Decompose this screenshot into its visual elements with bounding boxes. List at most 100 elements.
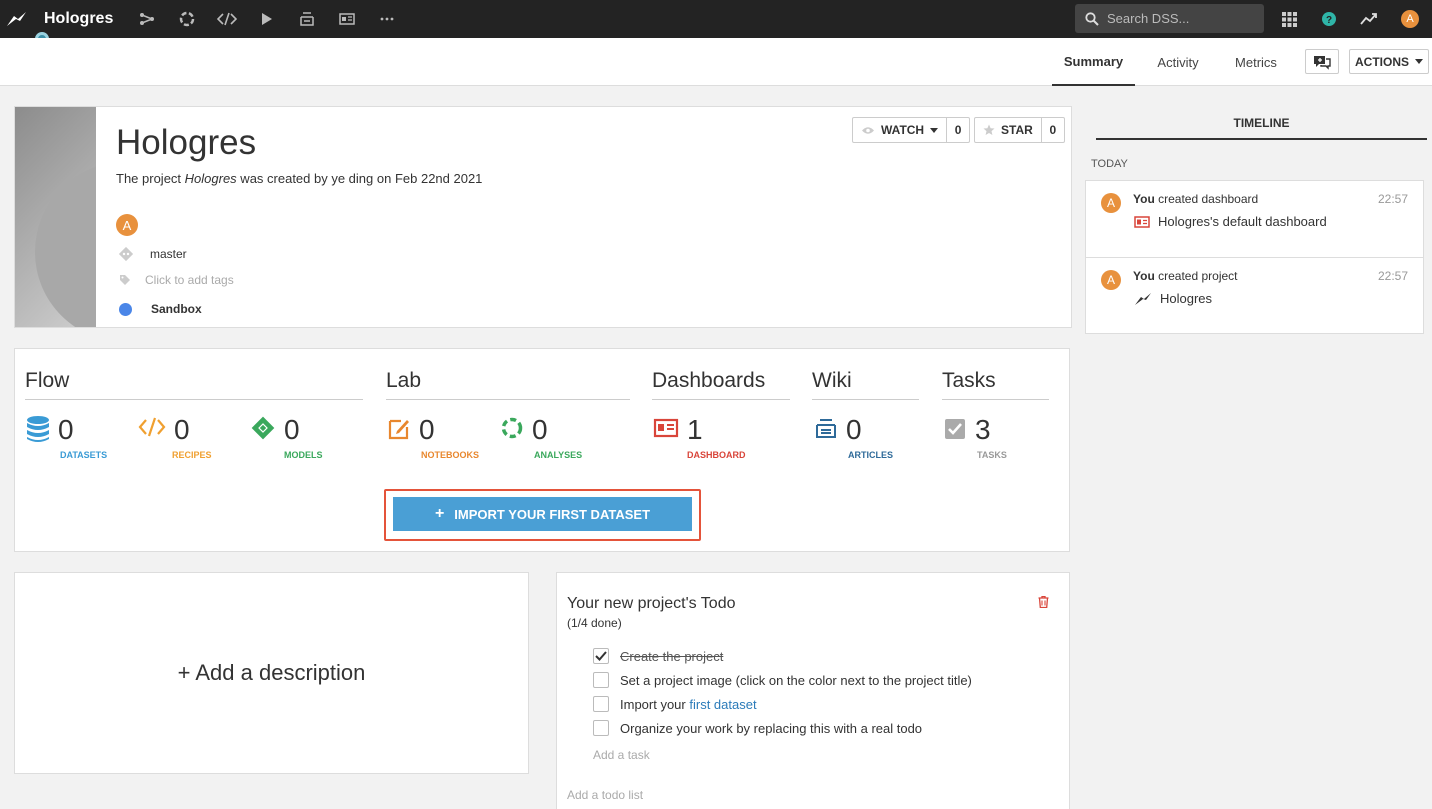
divider bbox=[652, 399, 790, 400]
tasks-label: TASKS bbox=[977, 450, 1007, 460]
event-object-name[interactable]: Hologres's default dashboard bbox=[1158, 214, 1327, 229]
todo-progress: (1/4 done) bbox=[567, 616, 622, 630]
event-action: created dashboard bbox=[1154, 192, 1259, 206]
apps-grid-icon[interactable] bbox=[1278, 8, 1300, 30]
star-label: STAR bbox=[1001, 123, 1033, 137]
user-avatar[interactable]: A bbox=[1399, 8, 1421, 30]
section-title-flow[interactable]: Flow bbox=[25, 369, 69, 393]
dashboard-icon[interactable] bbox=[327, 0, 367, 38]
add-task-input[interactable]: Add a task bbox=[593, 748, 650, 762]
tags-placeholder[interactable]: Click to add tags bbox=[145, 273, 234, 287]
stat-articles[interactable]: 0 ARTICLES bbox=[814, 415, 893, 460]
caret-down-icon bbox=[930, 127, 939, 133]
section-title-dashboards[interactable]: Dashboards bbox=[652, 369, 765, 393]
tags-row[interactable]: Click to add tags bbox=[119, 273, 234, 287]
event-object[interactable]: Hologres bbox=[1134, 291, 1212, 306]
actions-label: ACTIONS bbox=[1355, 54, 1409, 69]
search-icon bbox=[1085, 11, 1099, 26]
actions-button[interactable]: ACTIONS bbox=[1349, 49, 1429, 74]
wiki-icon[interactable] bbox=[287, 0, 327, 38]
timeline-event: A You created dashboard 22:57 Hologres's… bbox=[1085, 180, 1424, 258]
lab-icon[interactable] bbox=[167, 0, 207, 38]
project-name[interactable]: Hologres bbox=[44, 10, 113, 28]
stat-datasets[interactable]: 0 DATASETS bbox=[26, 414, 107, 460]
event-time: 22:57 bbox=[1377, 269, 1408, 283]
add-description-card[interactable]: + Add a description bbox=[14, 572, 529, 774]
first-dataset-link[interactable]: first dataset bbox=[689, 697, 756, 712]
status-dot[interactable] bbox=[119, 302, 132, 316]
more-icon[interactable] bbox=[367, 0, 407, 38]
search-input[interactable]: Search DSS... bbox=[1075, 4, 1264, 33]
todo-title[interactable]: Your new project's Todo bbox=[567, 595, 736, 613]
timeline-title: TIMELINE bbox=[1096, 108, 1427, 140]
todo-item-prefix: Import your bbox=[620, 696, 690, 712]
stat-analyses[interactable]: 0 ANALYSES bbox=[500, 415, 582, 460]
event-text: You created project bbox=[1133, 269, 1238, 283]
divider bbox=[25, 399, 363, 400]
project-header-card: Hologres The project Hologres was create… bbox=[14, 106, 1072, 328]
watch-count: 0 bbox=[954, 123, 962, 137]
import-dataset-label: IMPORT YOUR FIRST DATASET bbox=[454, 506, 651, 522]
project-title: Hologres bbox=[116, 123, 257, 162]
search-placeholder: Search DSS... bbox=[1107, 11, 1190, 26]
todo-checkbox[interactable] bbox=[593, 672, 609, 688]
owner-avatar[interactable]: A bbox=[116, 214, 138, 236]
discussions-button[interactable] bbox=[1305, 49, 1339, 74]
watch-button[interactable]: WATCH 0 bbox=[852, 117, 971, 143]
watch-toggle[interactable]: WATCH bbox=[853, 118, 948, 142]
recipes-count: 0 bbox=[174, 414, 190, 445]
event-text: You created dashboard bbox=[1133, 192, 1258, 206]
analyses-icon bbox=[501, 417, 523, 439]
trash-icon[interactable] bbox=[1038, 595, 1049, 613]
tasks-check-icon bbox=[945, 419, 965, 439]
timeline-group-label: TODAY bbox=[1091, 158, 1128, 170]
stat-tasks[interactable]: 3 TASKS bbox=[943, 415, 1007, 460]
tag-icon bbox=[120, 275, 130, 285]
add-todo-list-input[interactable]: Add a todo list bbox=[567, 788, 643, 802]
section-title-lab[interactable]: Lab bbox=[386, 369, 421, 393]
todo-checkbox[interactable] bbox=[593, 648, 609, 664]
tab-activity[interactable]: Activity bbox=[1145, 38, 1211, 86]
tab-summary[interactable]: Summary bbox=[1052, 38, 1135, 86]
chat-icon bbox=[1314, 55, 1331, 70]
created-project-name: Hologres bbox=[184, 171, 237, 186]
trending-icon[interactable] bbox=[1358, 8, 1380, 30]
event-avatar[interactable]: A bbox=[1101, 270, 1121, 290]
todo-item-text[interactable]: Import your first dataset bbox=[620, 697, 757, 712]
todo-checkbox[interactable] bbox=[593, 696, 609, 712]
project-image[interactable] bbox=[15, 107, 96, 327]
datasets-count: 0 bbox=[58, 414, 74, 445]
dashboard-icon bbox=[1134, 215, 1150, 228]
stat-recipes[interactable]: 0 RECIPES bbox=[138, 414, 212, 460]
stat-notebooks[interactable]: 0 NOTEBOOKS bbox=[387, 415, 479, 460]
project-stats-card: Flow Lab Dashboards Wiki Tasks 0 DATASET… bbox=[14, 348, 1070, 552]
status-label[interactable]: Sandbox bbox=[151, 302, 202, 316]
stat-models[interactable]: 0 MODELS bbox=[250, 415, 323, 460]
flow-icon[interactable] bbox=[127, 0, 167, 38]
star-button[interactable]: STAR 0 bbox=[974, 117, 1065, 143]
event-actor[interactable]: You bbox=[1133, 192, 1155, 206]
section-title-wiki[interactable]: Wiki bbox=[812, 369, 852, 393]
section-title-tasks[interactable]: Tasks bbox=[942, 369, 996, 393]
jobs-play-icon[interactable] bbox=[247, 0, 287, 38]
todo-item-text[interactable]: Set a project image (click on the color … bbox=[620, 673, 972, 688]
add-description-label[interactable]: + Add a description bbox=[178, 660, 366, 686]
tab-metrics[interactable]: Metrics bbox=[1223, 38, 1289, 86]
caret-down-icon bbox=[1415, 59, 1423, 64]
todo-checkbox[interactable] bbox=[593, 720, 609, 736]
help-icon[interactable]: ? bbox=[1318, 8, 1340, 30]
articles-icon bbox=[816, 419, 836, 438]
event-actor[interactable]: You bbox=[1133, 269, 1155, 283]
dss-logo-icon[interactable] bbox=[2, 0, 32, 38]
todo-item-text[interactable]: Organize your work by replacing this wit… bbox=[620, 721, 922, 736]
import-dataset-button[interactable]: + IMPORT YOUR FIRST DATASET bbox=[393, 497, 692, 531]
event-object-name[interactable]: Hologres bbox=[1160, 291, 1212, 306]
event-avatar[interactable]: A bbox=[1101, 193, 1121, 213]
star-toggle[interactable]: STAR bbox=[975, 118, 1042, 142]
todo-item-text[interactable]: Create the project bbox=[620, 649, 723, 664]
event-object[interactable]: Hologres's default dashboard bbox=[1134, 214, 1327, 229]
recipes-label: RECIPES bbox=[172, 450, 212, 460]
project-bird-icon bbox=[1135, 292, 1151, 305]
code-icon[interactable] bbox=[207, 0, 247, 38]
stat-dashboard[interactable]: 1 DASHBOARD bbox=[653, 415, 746, 460]
